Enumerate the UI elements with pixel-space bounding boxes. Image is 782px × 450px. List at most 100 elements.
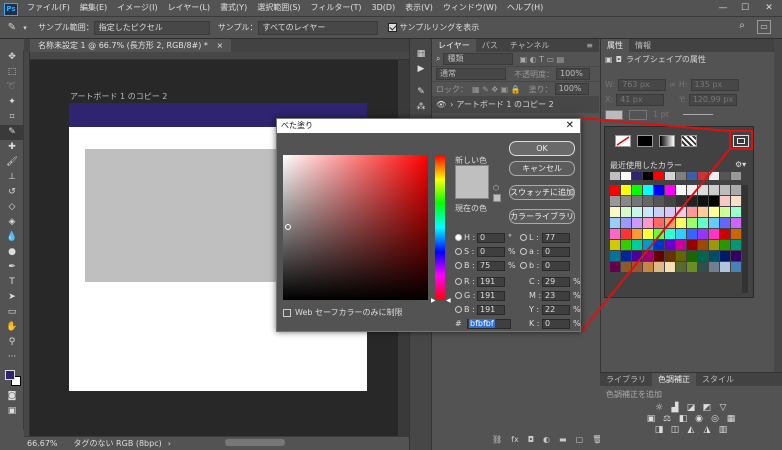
color-swatch[interactable] <box>632 251 642 261</box>
history-brush-tool-icon[interactable]: ↺ <box>0 185 24 200</box>
cancel-button[interactable]: キャンセル <box>509 161 575 176</box>
menu-help[interactable]: ヘルプ(H) <box>502 0 548 16</box>
add-to-swatches-button[interactable]: スウォッチに追加 <box>509 185 575 200</box>
menu-file[interactable]: ファイル(F) <box>22 0 75 16</box>
bucket-tool-icon[interactable]: ◈ <box>0 215 24 230</box>
color-swatch[interactable] <box>643 196 653 206</box>
color-swatch[interactable] <box>632 262 642 272</box>
levels-icon[interactable]: ▟ <box>669 403 681 414</box>
ok-button[interactable]: OK <box>509 141 575 156</box>
magenta-field[interactable]: 23 <box>542 290 570 301</box>
saturation-brightness-field[interactable] <box>283 155 428 300</box>
mask-icon[interactable]: ◘ <box>528 435 534 444</box>
brightness-radio[interactable] <box>455 262 462 269</box>
blend-mode-select[interactable]: 通常 <box>436 68 506 80</box>
color-swatch[interactable] <box>621 185 631 195</box>
brushes-icon[interactable]: ⁂ <box>410 100 432 115</box>
link-icon[interactable]: ⛓ <box>492 435 502 444</box>
horizontal-scrollbar-thumb[interactable] <box>225 439 285 446</box>
saturation-field[interactable]: 0 <box>477 246 505 257</box>
color-swatch[interactable] <box>720 251 730 261</box>
gear-icon[interactable]: ⚙▾ <box>735 160 746 169</box>
color-swatch[interactable] <box>632 240 642 250</box>
color-swatch[interactable] <box>676 185 686 195</box>
no-fill-icon[interactable] <box>615 135 631 147</box>
color-swatch[interactable] <box>731 218 741 228</box>
menu-window[interactable]: ウィンドウ(W) <box>438 0 502 16</box>
color-swatch[interactable] <box>632 229 642 239</box>
color-swatch[interactable] <box>687 218 697 228</box>
hue-slider[interactable] <box>435 155 445 300</box>
gray-rectangle-shape[interactable] <box>85 149 295 282</box>
color-swatch[interactable] <box>731 262 741 272</box>
maximize-icon[interactable]: ☐ <box>734 0 756 16</box>
green-radio[interactable] <box>455 292 462 299</box>
crop-tool-icon[interactable]: ⌗ <box>0 110 24 125</box>
color-swatch[interactable] <box>709 185 719 195</box>
color-swatch[interactable] <box>698 251 708 261</box>
tab-paths[interactable]: パス <box>476 39 504 52</box>
gradient-map-icon[interactable]: ▥ <box>717 425 729 436</box>
color-swatch[interactable] <box>654 207 664 217</box>
history-icon[interactable]: ▦ <box>410 47 432 62</box>
recent-color-swatch[interactable] <box>632 172 642 180</box>
swatch-scrollbar[interactable] <box>742 185 748 293</box>
color-swatch[interactable] <box>643 251 653 261</box>
solid-fill-icon[interactable] <box>637 135 653 147</box>
sample-range-select[interactable]: 指定したピクセル <box>93 20 210 35</box>
color-swatch[interactable] <box>621 240 631 250</box>
recent-color-swatch[interactable] <box>687 172 697 180</box>
new-layer-icon[interactable]: ▢ <box>576 435 584 444</box>
recent-color-swatch[interactable] <box>676 172 686 180</box>
color-swatch[interactable] <box>610 196 620 206</box>
color-swatch[interactable] <box>676 229 686 239</box>
menu-filter[interactable]: フィルター(T) <box>306 0 367 16</box>
group-icon[interactable]: ▬ <box>559 435 567 444</box>
lab-a-field[interactable]: 0 <box>542 246 570 257</box>
color-swatch[interactable] <box>698 262 708 272</box>
color-swatch[interactable] <box>709 196 719 206</box>
status-menu-icon[interactable]: › <box>168 439 171 448</box>
color-swatch[interactable] <box>632 185 642 195</box>
blur-tool-icon[interactable]: 💧 <box>0 230 24 245</box>
color-swatch[interactable] <box>687 262 697 272</box>
zoom-tool-icon[interactable]: ⚲ <box>0 335 24 350</box>
minimize-icon[interactable]: — <box>712 0 734 16</box>
color-swatch[interactable] <box>687 185 697 195</box>
color-swatch[interactable] <box>610 251 620 261</box>
color-swatch[interactable] <box>676 251 686 261</box>
link-icon[interactable]: ∞ <box>669 80 676 89</box>
color-swatch[interactable] <box>610 207 620 217</box>
color-swatch[interactable] <box>654 229 664 239</box>
color-swatch[interactable] <box>643 207 653 217</box>
lock-icons[interactable]: ▦ ✎ ✥ ▣ 🔒 <box>472 85 521 94</box>
zoom-level[interactable]: 66.67% <box>27 439 58 448</box>
color-swatch[interactable] <box>709 262 719 272</box>
fx-icon[interactable]: fx <box>511 435 519 444</box>
color-swatch[interactable] <box>610 218 620 228</box>
cube-icon[interactable]: ⬡ <box>493 184 499 192</box>
color-balance-icon[interactable]: ⚖ <box>661 414 673 425</box>
filter-icons[interactable]: ▣ ◐ T ▭ ▤ <box>519 55 564 64</box>
lab-b-field[interactable]: 0 <box>542 260 570 271</box>
color-swatch[interactable] <box>654 262 664 272</box>
close-icon[interactable]: ✕ <box>566 119 574 133</box>
color-swatch[interactable] <box>720 229 730 239</box>
photo-filter-icon[interactable]: ◉ <box>693 414 705 425</box>
color-swatch[interactable] <box>709 229 719 239</box>
color-swatch[interactable] <box>698 229 708 239</box>
lab-a-radio[interactable] <box>520 248 527 255</box>
menu-3d[interactable]: 3D(D) <box>367 0 401 16</box>
color-swatch[interactable] <box>621 251 631 261</box>
cyan-field[interactable]: 29 <box>542 276 570 287</box>
color-swatch[interactable] <box>665 251 675 261</box>
color-swatch[interactable] <box>676 196 686 206</box>
color-swatch[interactable] <box>621 218 631 228</box>
color-swatch[interactable] <box>654 196 664 206</box>
color-swatch[interactable] <box>610 262 620 272</box>
stroke-style-select[interactable] <box>682 114 713 115</box>
menu-image[interactable]: イメージ(I) <box>112 0 162 16</box>
gradient-fill-icon[interactable] <box>659 135 675 147</box>
color-swatch[interactable] <box>709 240 719 250</box>
hex-field[interactable]: bfbfbf <box>467 318 511 329</box>
